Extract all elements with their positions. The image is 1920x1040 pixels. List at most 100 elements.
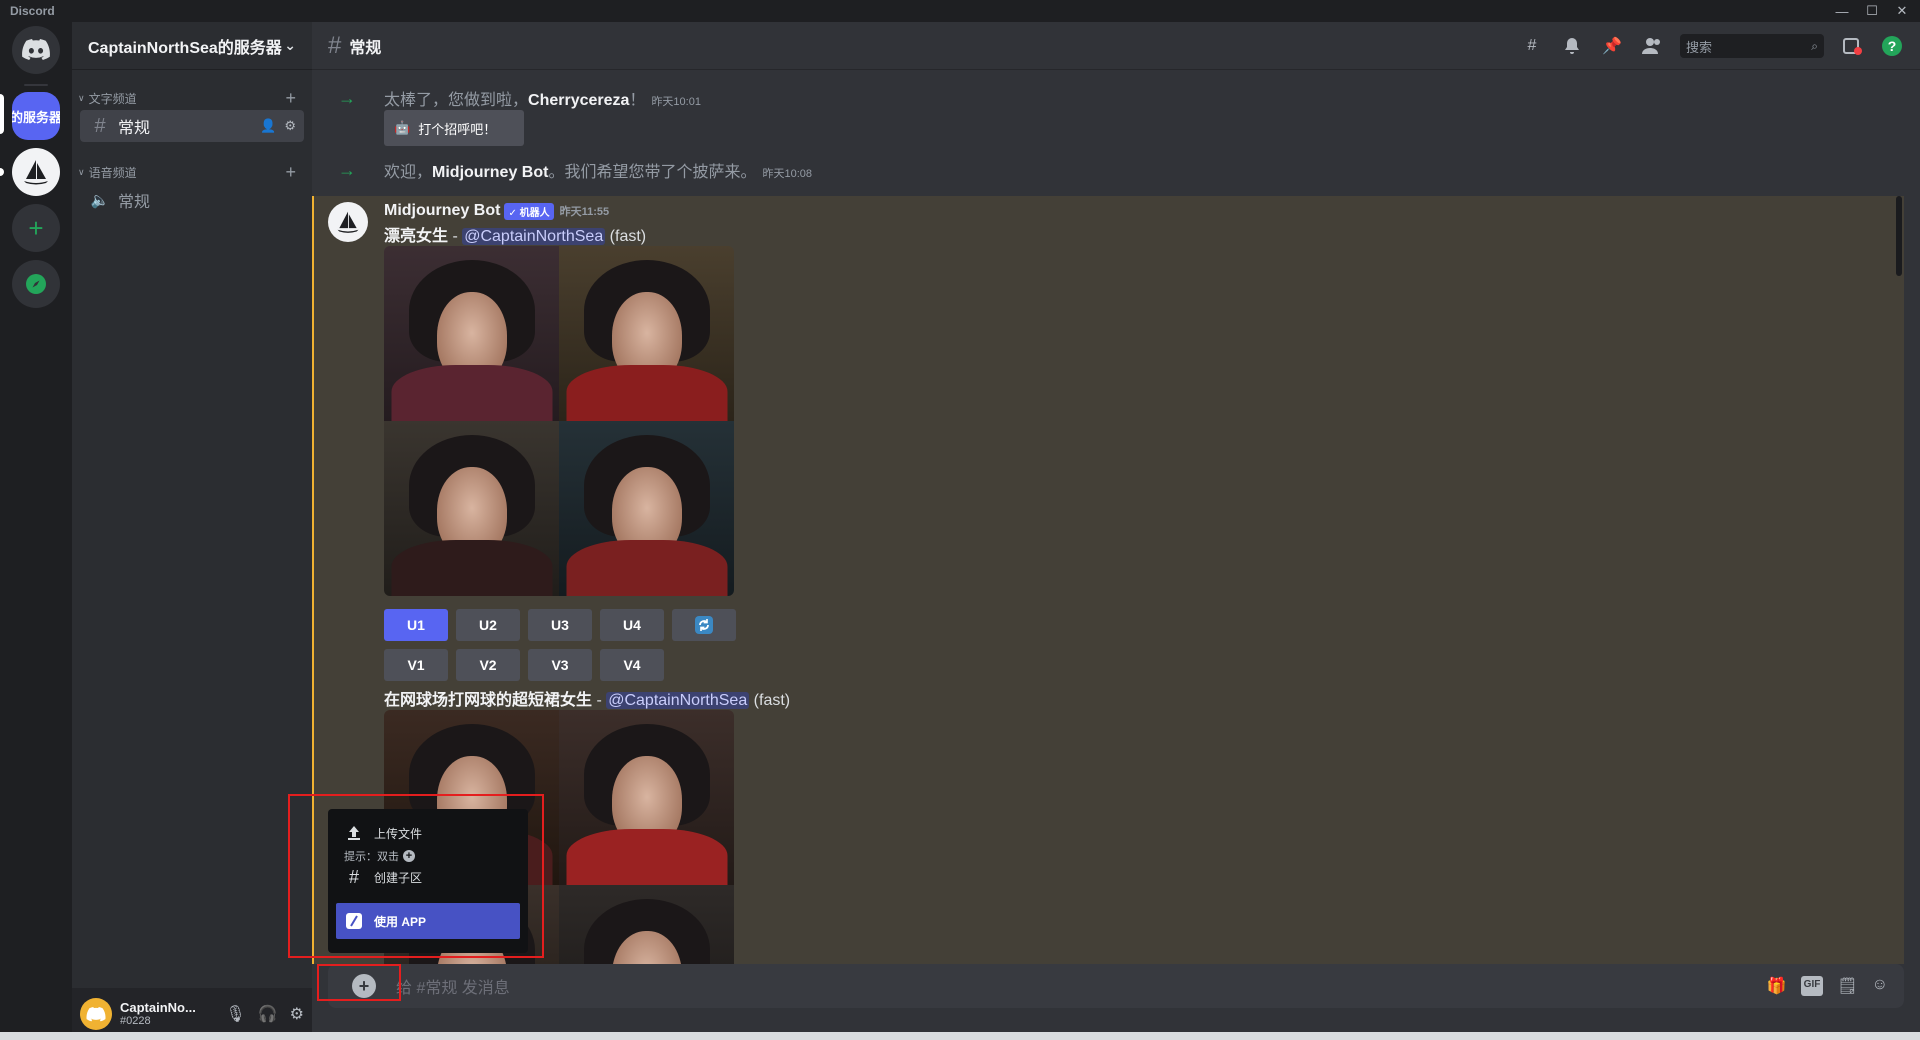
- author-label[interactable]: Midjourney Bot: [384, 202, 500, 220]
- add-server-button[interactable]: +: [12, 204, 60, 252]
- unread-pill: [0, 168, 4, 176]
- system-message-join: → 太棒了，您做到啦，Cherrycereza！ 昨天10:01: [312, 86, 1904, 110]
- server-rail: 的服务器 +: [0, 22, 72, 1040]
- sailboat-icon: [24, 160, 48, 185]
- sailboat-icon: [337, 211, 359, 233]
- pin-icon[interactable]: 📌: [1600, 34, 1624, 58]
- explore-servers-button[interactable]: [12, 260, 60, 308]
- reroll-button[interactable]: [672, 609, 736, 641]
- upscale-button-4[interactable]: U4: [600, 609, 664, 641]
- taskbar-edge: [0, 1032, 1920, 1040]
- generated-image[interactable]: [384, 246, 559, 421]
- upscale-button-1[interactable]: U1: [384, 609, 448, 641]
- image-grid[interactable]: [384, 246, 734, 596]
- username-link[interactable]: Midjourney Bot: [432, 164, 548, 181]
- gif-icon[interactable]: GIF: [1800, 976, 1824, 996]
- upscale-button-3[interactable]: U3: [528, 609, 592, 641]
- inbox-icon[interactable]: [1840, 34, 1864, 58]
- message-list: → 太棒了，您做到啦，Cherrycereza！ 昨天10:01 🤖 打个招呼吧！…: [312, 70, 1904, 964]
- minimize-button[interactable]: —: [1828, 0, 1856, 22]
- search-placeholder: 搜索: [1686, 39, 1713, 55]
- wave-button[interactable]: 🤖 打个招呼吧！: [384, 110, 524, 146]
- close-window-button[interactable]: ✕: [1888, 0, 1916, 22]
- timestamp: 昨天10:08: [762, 168, 812, 180]
- author-name: Midjourney Bot ✓ 机器人 昨天11:55: [384, 202, 609, 220]
- variation-button-2[interactable]: V2: [456, 649, 520, 681]
- bell-icon[interactable]: [1560, 34, 1584, 58]
- headphones-icon[interactable]: 🎧: [258, 1004, 278, 1024]
- add-channel-icon[interactable]: +: [285, 162, 296, 183]
- gear-icon[interactable]: ⚙: [284, 118, 296, 134]
- timestamp: 昨天10:01: [651, 96, 701, 108]
- join-arrow-icon: →: [338, 159, 356, 180]
- bot-badge: ✓ 机器人: [504, 202, 554, 220]
- sticker-icon[interactable]: 🗒: [1837, 976, 1857, 996]
- generated-image[interactable]: [559, 885, 734, 964]
- discord-logo-icon: [86, 1006, 106, 1021]
- speaker-icon: 🔈: [90, 192, 110, 209]
- server-name: CaptainNorthSea的服务器: [88, 39, 282, 57]
- category-text-channels[interactable]: ∨ 文字频道 +: [72, 86, 312, 110]
- search-input[interactable]: 搜索 ⌕: [1680, 34, 1824, 58]
- channel-general-voice[interactable]: 🔈 常规: [80, 184, 304, 216]
- username: CaptainNo...: [120, 1000, 196, 1015]
- join-arrow-icon: →: [338, 87, 356, 108]
- generated-image[interactable]: [559, 421, 734, 596]
- members-icon[interactable]: [1640, 34, 1664, 58]
- generated-image[interactable]: [384, 421, 559, 596]
- avatar[interactable]: [80, 998, 112, 1030]
- system-message-join: → 欢迎，Midjourney Bot。我们希望您带了个披萨来。 昨天10:08: [312, 158, 1904, 182]
- wave-sticker-icon: 🤖: [394, 120, 411, 135]
- hashtag-icon: #: [94, 114, 106, 137]
- svg-text:?: ?: [1888, 38, 1897, 54]
- avatar[interactable]: [328, 202, 368, 242]
- add-channel-icon[interactable]: +: [285, 88, 296, 109]
- server-captain-northsea[interactable]: 的服务器: [12, 92, 60, 140]
- message-input[interactable]: + 给 #常规 发消息 🎁 GIF 🗒 ☺: [328, 964, 1904, 1008]
- generated-image[interactable]: [559, 246, 734, 421]
- variation-button-4[interactable]: V4: [600, 649, 664, 681]
- variation-button-3[interactable]: V3: [528, 649, 592, 681]
- user-mention[interactable]: @CaptainNorthSea: [462, 228, 606, 245]
- channel-sidebar: CaptainNorthSea的服务器 ⌄ ∨ 文字频道 + # 常规 👤 ⚙ …: [72, 22, 312, 1040]
- emoji-icon[interactable]: ☺: [1872, 976, 1888, 996]
- channel-label: 常规: [118, 120, 151, 137]
- category-label: 文字频道: [88, 91, 137, 106]
- main-chat: # 常规 # 📌 搜索 ⌕ ? → 太棒了，您做到啦，Cherrycereza！…: [312, 22, 1920, 1040]
- bot-message: Midjourney Bot ✓ 机器人 昨天11:55 漂亮女生 - @Cap…: [312, 196, 1904, 964]
- prompt-line: 漂亮女生 - @CaptainNorthSea (fast): [384, 228, 647, 245]
- server-midjourney[interactable]: [12, 148, 60, 196]
- server-label: 的服务器: [12, 109, 60, 125]
- upscale-button-2[interactable]: U2: [456, 609, 520, 641]
- generated-image[interactable]: [559, 710, 734, 885]
- username-link[interactable]: Cherrycereza: [528, 92, 629, 109]
- timestamp: 昨天11:55: [559, 206, 610, 218]
- variation-button-1[interactable]: V1: [384, 649, 448, 681]
- invite-icon[interactable]: 👤: [260, 118, 276, 134]
- rail-separator: [24, 84, 48, 86]
- channel-title: 常规: [349, 39, 382, 57]
- category-voice-channels[interactable]: ∨ 语音频道 +: [72, 160, 312, 184]
- refresh-icon: [695, 616, 713, 634]
- threads-icon[interactable]: #: [1520, 34, 1544, 58]
- gift-icon[interactable]: 🎁: [1767, 976, 1787, 996]
- chevron-down-icon: ∨: [78, 92, 85, 103]
- channel-general-text[interactable]: # 常规 👤 ⚙: [80, 110, 304, 142]
- gear-icon[interactable]: ⚙: [290, 1004, 304, 1024]
- plus-icon: +: [28, 213, 44, 243]
- compass-icon: [26, 274, 46, 294]
- channel-label: 常规: [118, 194, 151, 211]
- discord-logo-icon: [22, 39, 50, 60]
- user-tag: #0228: [120, 1015, 151, 1027]
- app-title: Discord: [10, 4, 55, 18]
- user-mention[interactable]: @CaptainNorthSea: [606, 692, 750, 709]
- wave-label: 打个招呼吧！: [418, 121, 497, 137]
- maximize-button[interactable]: ☐: [1858, 0, 1886, 22]
- direct-messages-button[interactable]: [12, 26, 60, 74]
- help-icon[interactable]: ?: [1880, 34, 1904, 58]
- server-header[interactable]: CaptainNorthSea的服务器 ⌄: [72, 22, 312, 70]
- scrollbar[interactable]: [1896, 196, 1902, 276]
- hashtag-icon: #: [328, 31, 342, 59]
- microphone-icon[interactable]: 🎙: [225, 1004, 245, 1024]
- input-placeholder: 给 #常规 发消息: [396, 980, 510, 997]
